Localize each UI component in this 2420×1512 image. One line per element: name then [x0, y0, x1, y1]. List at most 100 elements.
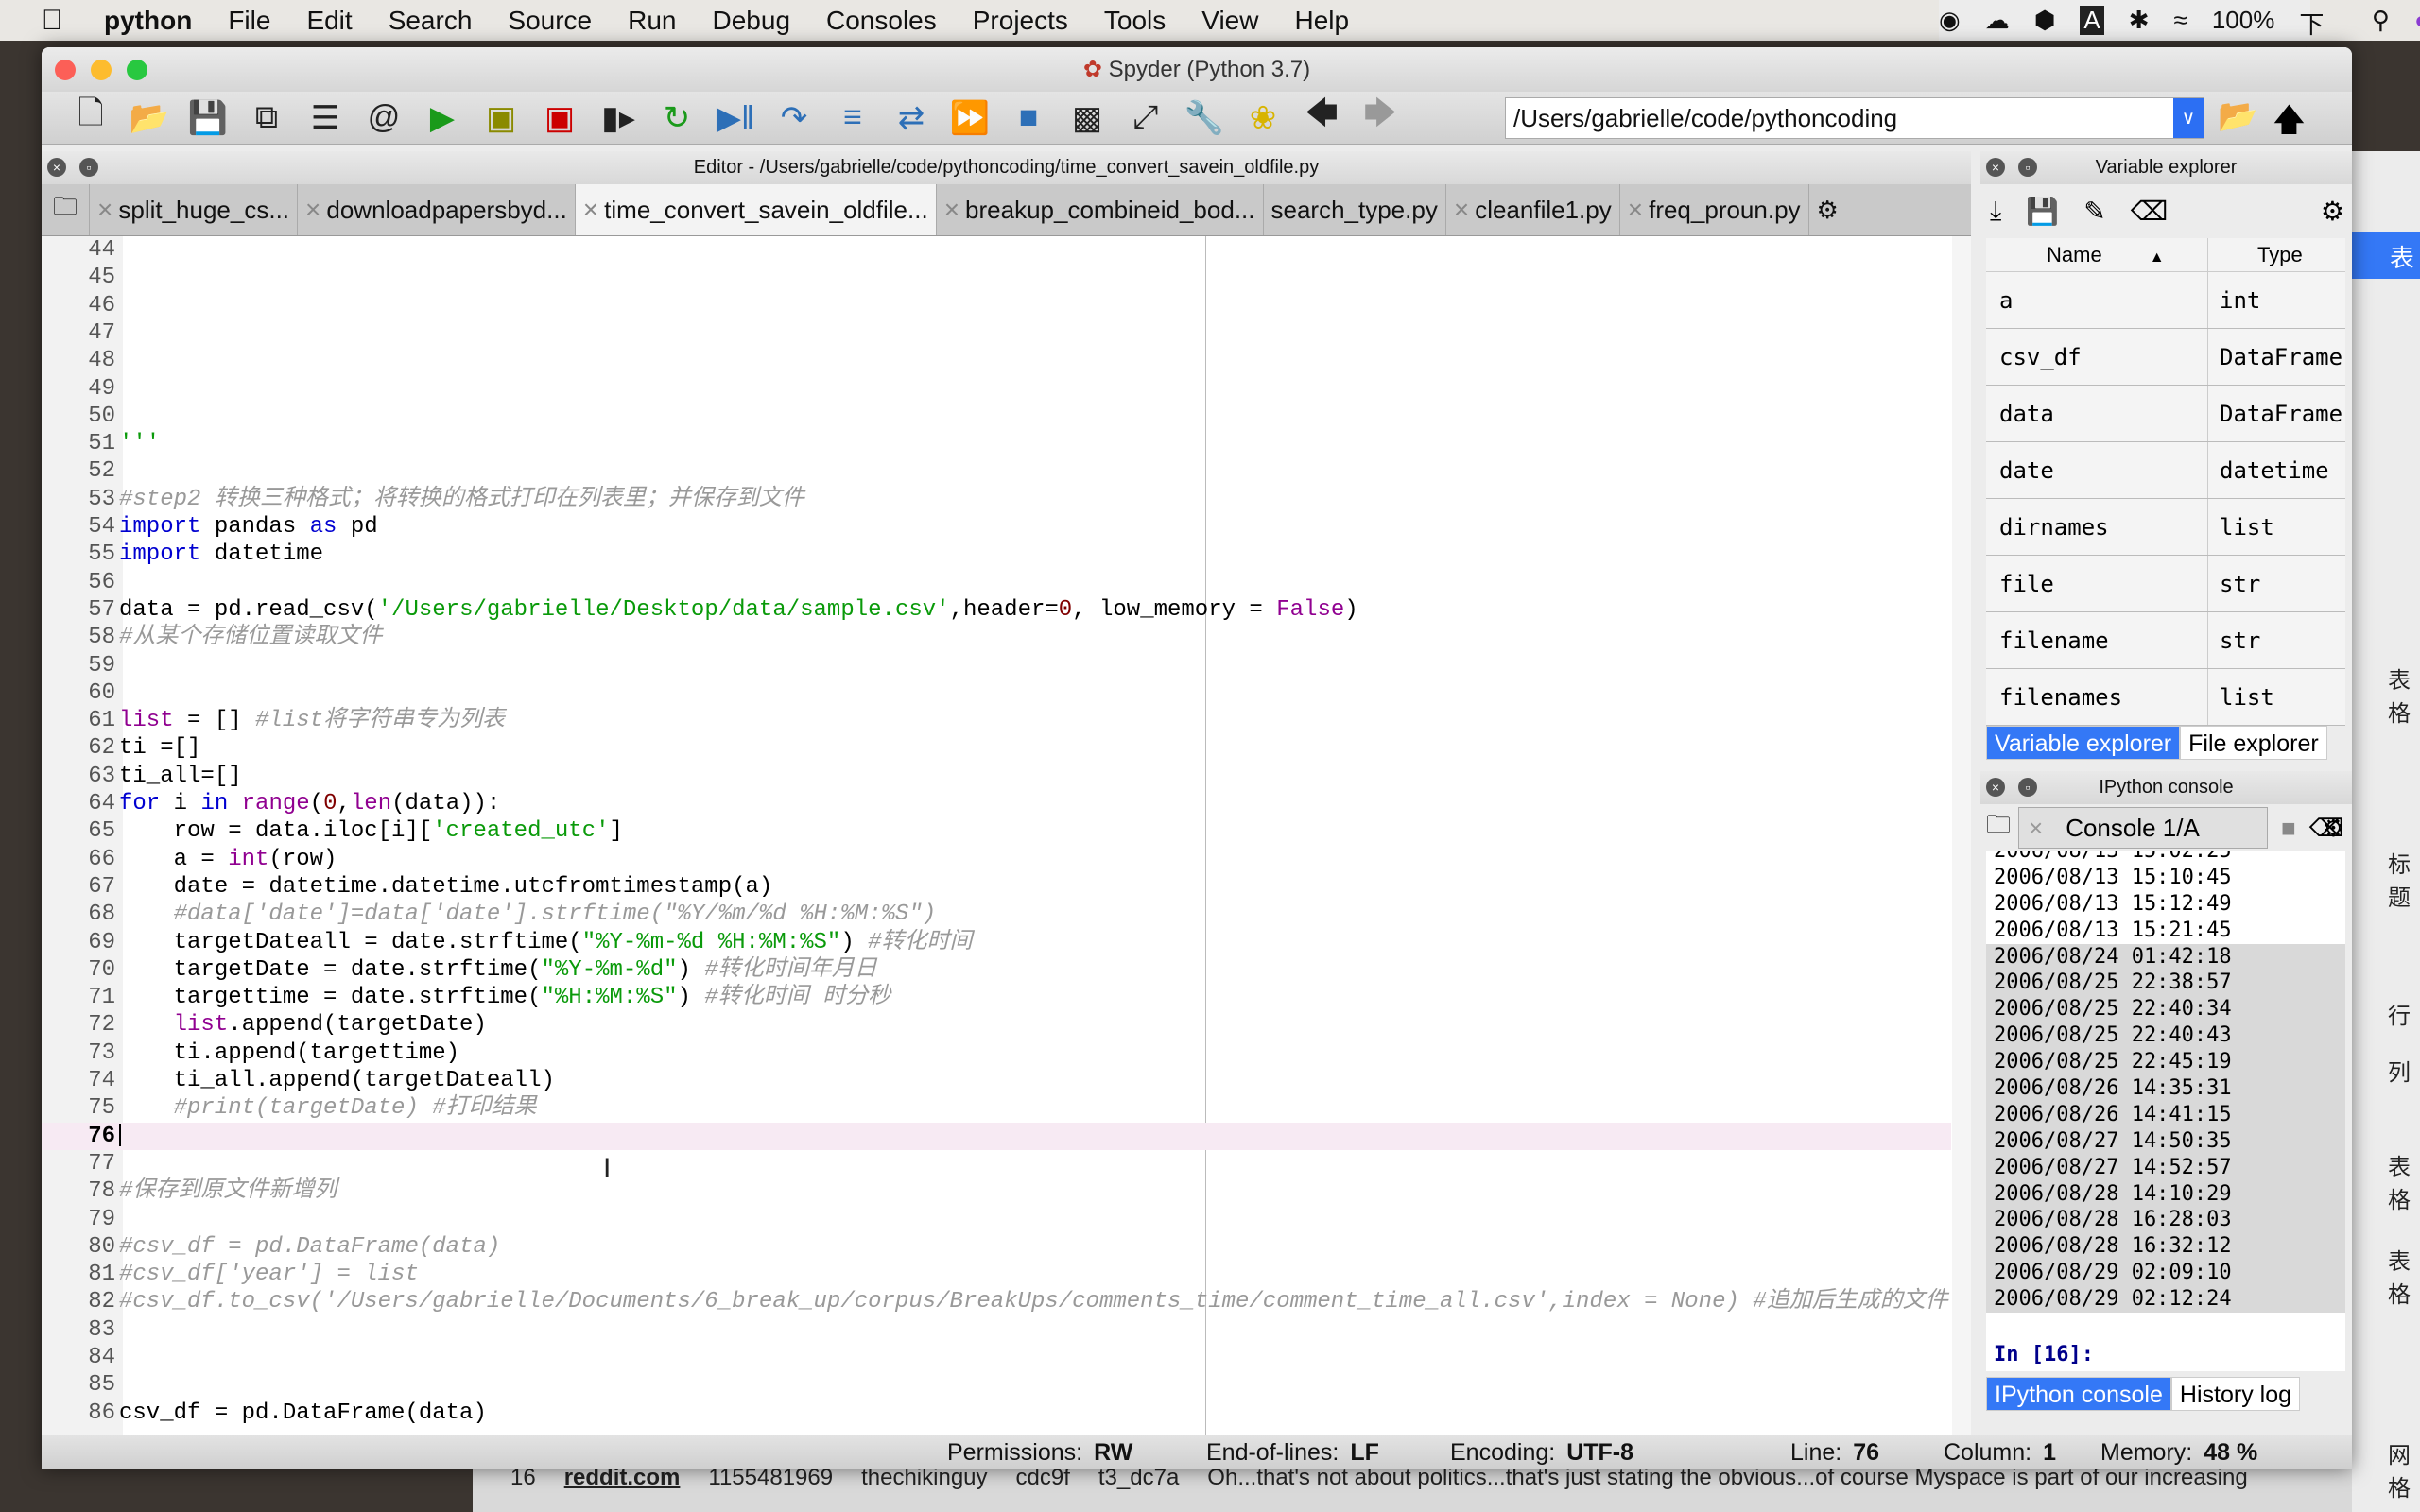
code-line[interactable]: 61 list = [] #list将字符串专为列表: [42, 707, 1951, 734]
zoom-window-button[interactable]: [127, 60, 147, 80]
editor-scrollbar[interactable]: [1952, 236, 1971, 1436]
menu-run[interactable]: Run: [628, 6, 676, 36]
variable-row[interactable]: file str: [1986, 556, 2345, 612]
menu-debug[interactable]: Debug: [713, 6, 791, 36]
code-line[interactable]: 71 targettime = date.strftime("%H:%M:%S"…: [42, 984, 1951, 1011]
code-line[interactable]: 58 #从某个存储位置读取文件: [42, 624, 1951, 651]
maximize-pane-icon[interactable]: ▩: [1064, 97, 1110, 139]
console-output[interactable]: 2006/08/13 15:02:252006/08/13 15:10:4520…: [1986, 851, 2345, 1371]
editor-options-gear-icon[interactable]: ⚙: [1807, 184, 1846, 235]
code-line[interactable]: 63 ti_all=[]: [42, 763, 1951, 790]
close-tab-icon[interactable]: ×: [2029, 814, 2043, 842]
working-directory-value[interactable]: /Users/gabrielle/code/pythoncoding: [1513, 104, 1897, 132]
code-line[interactable]: 44: [42, 236, 1951, 264]
save-data-as-icon[interactable]: ✎: [2083, 196, 2105, 227]
code-line[interactable]: 78 #保存到原文件新增列: [42, 1177, 1951, 1205]
forward-arrow-icon[interactable]: 🡆: [1357, 95, 1403, 139]
tab-variable-explorer[interactable]: Variable explorer: [1986, 726, 2181, 760]
browse-tabs-icon[interactable]: 🗀: [1986, 807, 2011, 849]
menu-consoles[interactable]: Consoles: [826, 6, 937, 36]
code-line[interactable]: 66 a = int(row): [42, 846, 1951, 873]
step-return-icon[interactable]: ⇄: [889, 97, 934, 139]
code-line[interactable]: 74 ti_all.append(targetDateall): [42, 1067, 1951, 1094]
step-icon[interactable]: ↷: [771, 97, 817, 139]
menu-projects[interactable]: Projects: [973, 6, 1068, 36]
close-pane-icon[interactable]: ×: [47, 158, 66, 177]
console-options-gear-icon[interactable]: ⚙: [2323, 814, 2344, 843]
open-file-icon[interactable]: 📂: [127, 97, 172, 139]
menu-source[interactable]: Source: [508, 6, 592, 36]
code-line[interactable]: 50: [42, 403, 1951, 430]
outline-icon[interactable]: ☰: [302, 97, 348, 139]
code-line[interactable]: 53 #step2 转换三种格式；将转换的格式打印在列表里；并保存到文件: [42, 486, 1951, 513]
close-pane-icon[interactable]: ×: [1986, 158, 2005, 177]
app-status-icon[interactable]: ⬢: [2034, 6, 2056, 35]
back-arrow-icon[interactable]: 🡄: [1299, 95, 1344, 139]
remove-all-variables-icon[interactable]: ⌫: [2131, 196, 2169, 227]
menu-file[interactable]: File: [228, 6, 270, 36]
code-line[interactable]: 60: [42, 679, 1951, 707]
code-line[interactable]: 55 import datetime: [42, 541, 1951, 568]
at-symbol-icon[interactable]: @: [361, 97, 406, 139]
code-editor[interactable]: 44 45 46 47 48 49 50 51 ''' 52 53 #step2 转换三种格式；将转换…: [42, 236, 1951, 1436]
menu-edit[interactable]: Edit: [306, 6, 352, 36]
close-tab-icon[interactable]: ×: [1454, 195, 1469, 225]
save-data-icon[interactable]: 💾: [2026, 196, 2059, 227]
interrupt-kernel-icon[interactable]: ■: [2281, 814, 2296, 843]
save-icon[interactable]: 💾: [185, 97, 231, 139]
menu-help[interactable]: Help: [1294, 6, 1349, 36]
menu-search[interactable]: Search: [389, 6, 473, 36]
code-line[interactable]: 54 import pandas as pd: [42, 513, 1951, 541]
code-line[interactable]: 84: [42, 1344, 1951, 1371]
tab-ipython-console[interactable]: IPython console: [1986, 1377, 2171, 1411]
import-data-icon[interactable]: ⤓: [1990, 196, 2001, 227]
code-line[interactable]: 77: [42, 1150, 1951, 1177]
code-line[interactable]: 81 #csv_df['year'] = list: [42, 1261, 1951, 1288]
code-line[interactable]: 59: [42, 652, 1951, 679]
python-path-icon[interactable]: ❀: [1240, 97, 1286, 139]
run-selection-icon[interactable]: ▮▸: [596, 97, 641, 139]
code-line[interactable]: 49: [42, 375, 1951, 403]
code-line[interactable]: 67 date = datetime.datetime.utcfromtimes…: [42, 873, 1951, 901]
code-line[interactable]: 47: [42, 319, 1951, 347]
close-tab-icon[interactable]: ×: [97, 195, 112, 225]
close-tab-icon[interactable]: ×: [1628, 195, 1643, 225]
tab-file[interactable]: × split_huge_cs...: [89, 184, 297, 235]
tab-file[interactable]: × freq_proun.py: [1618, 184, 1808, 235]
wifi-icon[interactable]: ≈: [2174, 6, 2187, 35]
preferences-wrench-icon[interactable]: 🔧: [1182, 97, 1227, 139]
variable-row[interactable]: csv_df DataFrame: [1986, 329, 2345, 386]
run-cell-icon[interactable]: ▣: [478, 97, 524, 139]
save-all-icon[interactable]: ⧉: [244, 97, 289, 139]
record-icon[interactable]: ◉: [1939, 6, 1961, 35]
code-line[interactable]: 62 ti =[]: [42, 734, 1951, 762]
browse-folder-icon[interactable]: 📂: [2218, 97, 2257, 135]
code-line[interactable]: 86 csv_df = pd.DataFrame(data): [42, 1400, 1951, 1427]
code-line[interactable]: 65 row = data.iloc[i]['created_utc']: [42, 817, 1951, 845]
tab-file[interactable]: search_type.py: [1262, 184, 1445, 235]
menu-tools[interactable]: Tools: [1104, 6, 1166, 36]
tab-file[interactable]: × downloadpapersbyd...: [297, 184, 575, 235]
undock-pane-icon[interactable]: ▫: [2018, 158, 2037, 177]
column-header-name[interactable]: Name ▲: [1986, 238, 2208, 271]
tab-history-log[interactable]: History log: [2170, 1377, 2300, 1411]
variable-row[interactable]: filename str: [1986, 612, 2345, 669]
close-tab-icon[interactable]: ×: [944, 195, 959, 225]
column-header-type[interactable]: Type: [2208, 238, 2303, 271]
stop-icon[interactable]: ■: [1006, 97, 1051, 139]
parent-directory-icon[interactable]: 🡅: [2273, 97, 2306, 151]
code-line[interactable]: 68 #data['date']=data['date'].strftime("…: [42, 901, 1951, 928]
apple-icon[interactable]: : [0, 5, 104, 37]
battery-percent[interactable]: 100%: [2212, 6, 2275, 35]
siri-icon[interactable]: ●: [2414, 6, 2420, 35]
spotlight-icon[interactable]: ⚲: [2372, 6, 2390, 35]
code-line[interactable]: 79: [42, 1206, 1951, 1233]
menu-view[interactable]: View: [1201, 6, 1258, 36]
tab-file-explorer[interactable]: File explorer: [2180, 726, 2327, 760]
tab-file-active[interactable]: × time_convert_savein_oldfile...: [574, 184, 936, 235]
code-line[interactable]: 83: [42, 1316, 1951, 1344]
variable-row[interactable]: data DataFrame: [1986, 386, 2345, 442]
tab-file[interactable]: × breakup_combineid_bod...: [935, 184, 1263, 235]
code-line[interactable]: 82 #csv_df.to_csv('/Users/gabrielle/Docum…: [42, 1288, 1951, 1315]
code-line[interactable]: 48: [42, 347, 1951, 374]
